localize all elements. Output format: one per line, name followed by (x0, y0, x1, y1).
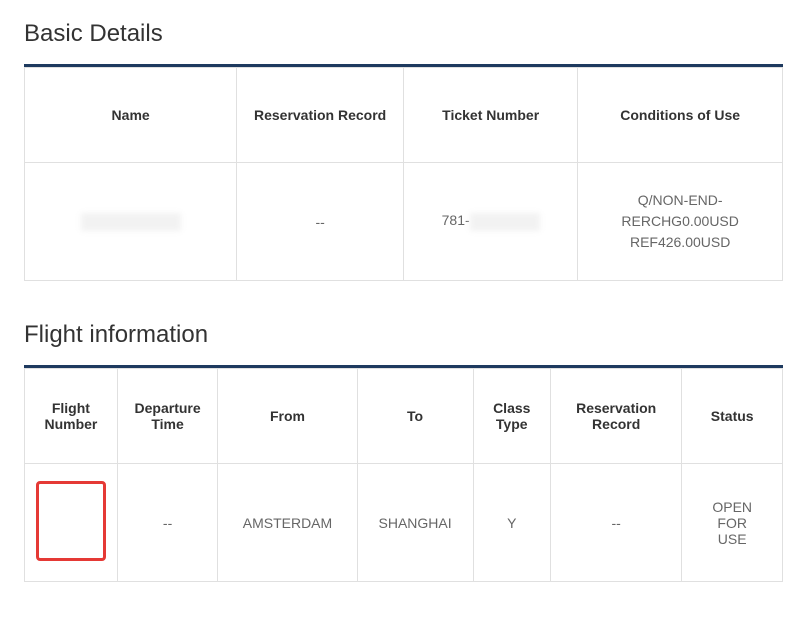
cell-class-type: Y (473, 464, 550, 582)
status-line3: USE (718, 531, 747, 547)
highlight-box (36, 481, 106, 561)
flight-info-table-wrap: Flight Number Departure Time From To Cla… (24, 365, 783, 582)
basic-details-table-wrap: Name Reservation Record Ticket Number Co… (24, 64, 783, 281)
header-flight-number: Flight Number (25, 369, 118, 464)
header-status: Status (682, 369, 783, 464)
cell-ticket-number: 781- (403, 163, 577, 281)
header-to: To (357, 369, 473, 464)
header-class-type: Class Type (473, 369, 550, 464)
cell-flight-number (25, 464, 118, 582)
status-line2: FOR (717, 515, 747, 531)
header-reservation-record: Reservation Record (550, 369, 681, 464)
conditions-line1: Q/NON-END- (638, 192, 723, 208)
header-from: From (218, 369, 357, 464)
header-name: Name (25, 68, 237, 163)
conditions-line3: REF426.00USD (630, 234, 730, 250)
table-row: -- 781- Q/NON-END- RERCHG0.00USD REF426.… (25, 163, 783, 281)
basic-details-heading: Basic Details (24, 20, 783, 48)
redacted-ticket-suffix (470, 213, 540, 231)
ticket-prefix: 781- (442, 212, 470, 228)
cell-conditions: Q/NON-END- RERCHG0.00USD REF426.00USD (578, 163, 783, 281)
redacted-name (81, 213, 181, 231)
cell-to: SHANGHAI (357, 464, 473, 582)
header-ticket-number: Ticket Number (403, 68, 577, 163)
cell-name (25, 163, 237, 281)
header-conditions: Conditions of Use (578, 68, 783, 163)
cell-departure-time: -- (117, 464, 218, 582)
table-header-row: Name Reservation Record Ticket Number Co… (25, 68, 783, 163)
conditions-line2: RERCHG0.00USD (621, 213, 738, 229)
cell-from: AMSTERDAM (218, 464, 357, 582)
cell-status: OPEN FOR USE (682, 464, 783, 582)
flight-info-table: Flight Number Departure Time From To Cla… (24, 368, 783, 582)
table-header-row: Flight Number Departure Time From To Cla… (25, 369, 783, 464)
cell-reservation-record: -- (550, 464, 681, 582)
header-reservation-record: Reservation Record (237, 68, 404, 163)
cell-reservation-record: -- (237, 163, 404, 281)
status-line1: OPEN (712, 499, 752, 515)
flight-info-heading: Flight information (24, 321, 783, 349)
basic-details-table: Name Reservation Record Ticket Number Co… (24, 67, 783, 281)
header-departure-time: Departure Time (117, 369, 218, 464)
table-row: -- AMSTERDAM SHANGHAI Y -- OPEN FOR USE (25, 464, 783, 582)
